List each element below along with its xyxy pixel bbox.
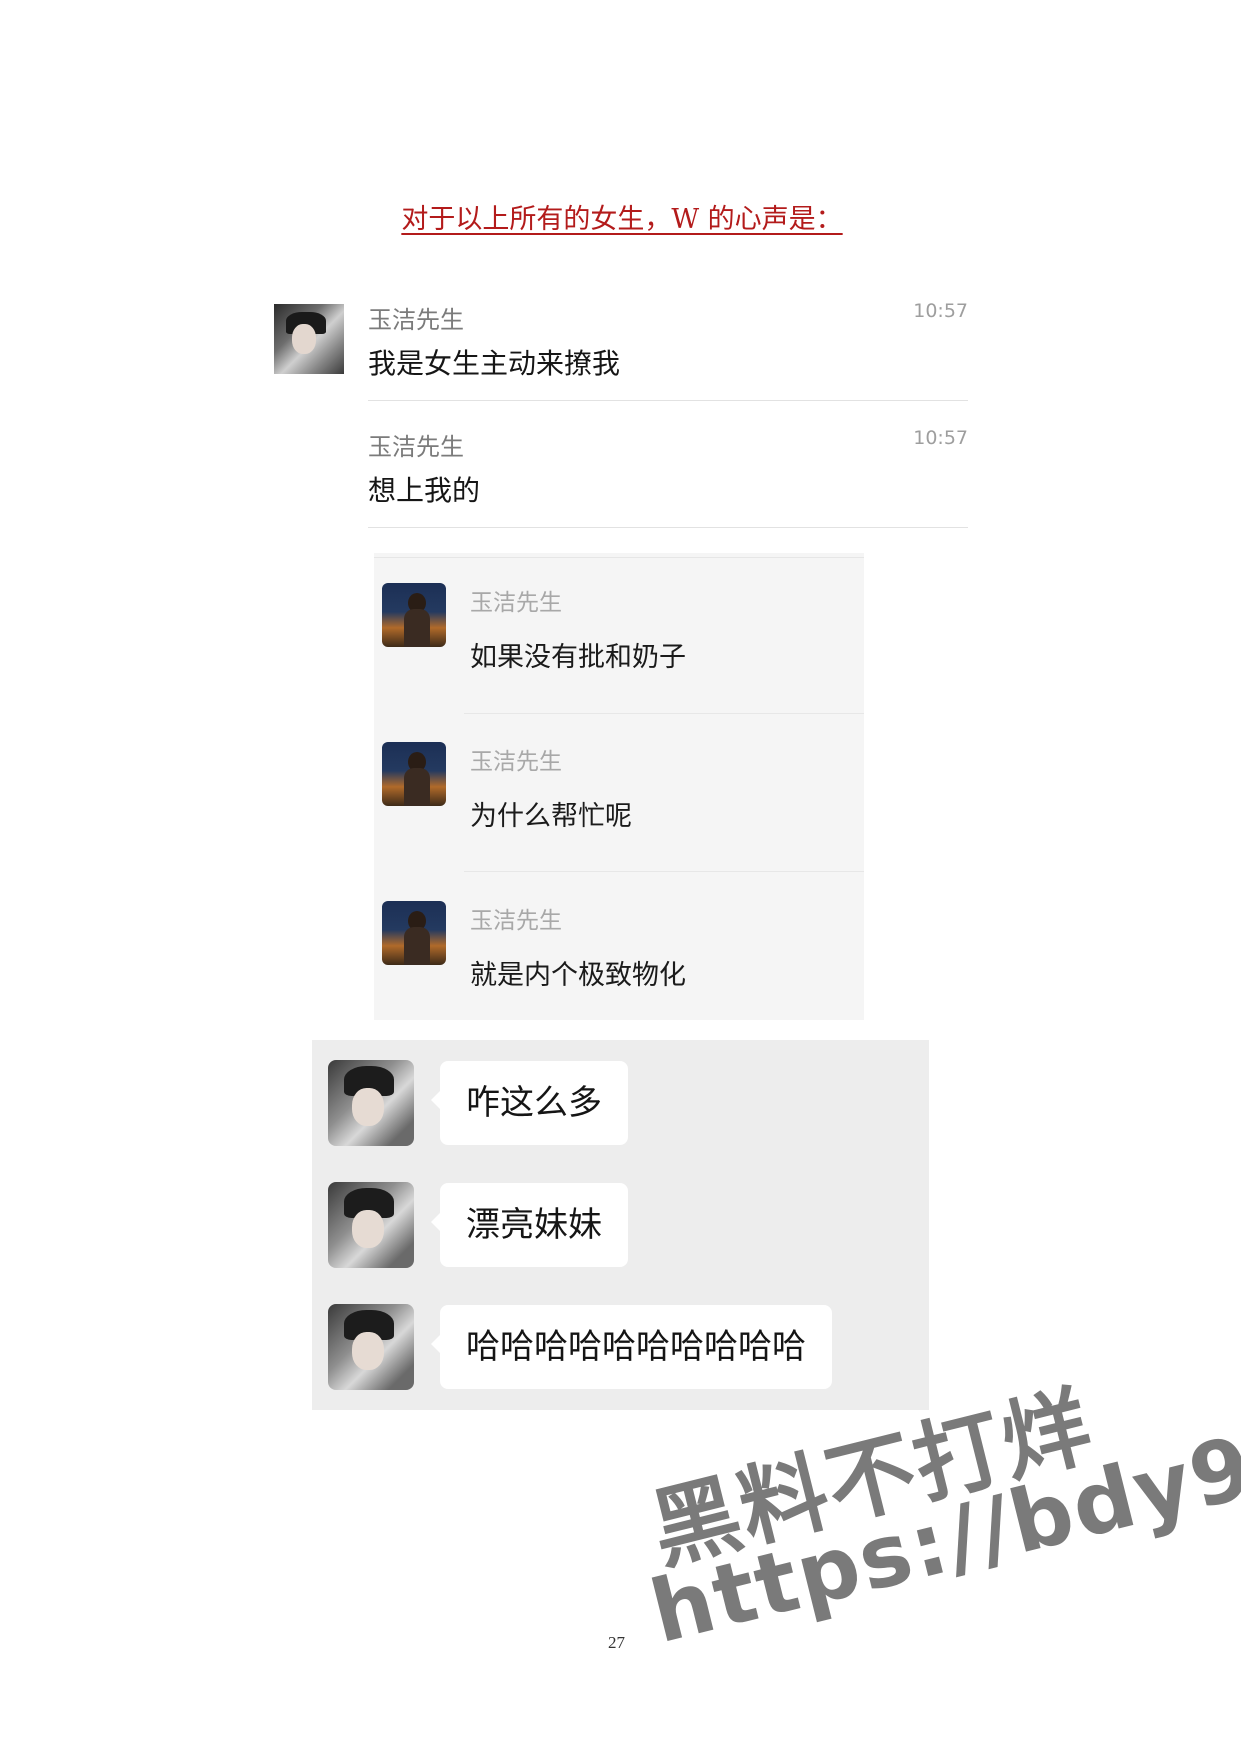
sender-avatar[interactable] [382,901,446,965]
chat-message: 漂亮妹妹 [312,1170,929,1268]
list-item[interactable]: 玉洁先生 为什么帮忙呢 [374,712,864,872]
chat-panel: 咋这么多 漂亮妹妹 哈哈哈哈哈哈哈哈哈哈 [312,1040,929,1410]
sender-avatar[interactable] [328,1060,414,1146]
avatar-body [404,768,430,806]
row-divider [368,400,968,401]
avatar-face [352,1210,384,1248]
avatar-face [352,1332,384,1370]
avatar-face [352,1088,384,1126]
list-item[interactable]: 玉洁先生 如果没有批和奶子 [374,553,864,713]
sender-name: 玉洁先生 [470,749,562,775]
list-item[interactable]: 玉洁先生 就是内个极致物化 [374,871,864,1031]
sender-name: 玉洁先生 [368,306,464,334]
chat-bubble[interactable]: 哈哈哈哈哈哈哈哈哈哈 [431,1305,832,1389]
row-divider [368,527,968,528]
sender-avatar[interactable] [382,583,446,647]
chat-bubble[interactable]: 漂亮妹妹 [431,1183,628,1267]
message-text: 想上我的 [368,474,481,507]
message-text: 如果没有批和奶子 [470,642,686,673]
message-text: 我是女生主动来撩我 [368,347,621,380]
page-number: 27 [608,1633,625,1652]
message-time: 10:57 [913,427,968,449]
chat-bubble[interactable]: 咋这么多 [431,1061,628,1145]
avatar-body [404,609,430,647]
chat-message: 哈哈哈哈哈哈哈哈哈哈 [312,1292,929,1390]
sender-avatar[interactable] [328,1182,414,1268]
sender-name: 玉洁先生 [368,433,464,461]
sender-avatar[interactable] [382,742,446,806]
avatar-body [404,927,430,965]
message-text: 为什么帮忙呢 [470,801,632,832]
avatar-face [292,324,316,354]
sender-avatar[interactable] [328,1304,414,1390]
watermark-url: https://bdy9.co [641,1381,1241,1664]
page-heading: 对于以上所有的女生，W 的心声是： [401,204,843,235]
chat-message: 咋这么多 [312,1048,929,1146]
message-text: 就是内个极致物化 [470,960,686,991]
sender-name: 玉洁先生 [470,908,562,934]
sender-name: 玉洁先生 [470,590,562,616]
sender-avatar[interactable] [274,304,344,374]
message-list-panel: 玉洁先生 如果没有批和奶子 玉洁先生 为什么帮忙呢 玉洁先生 就是内个极致物化 [374,553,864,1020]
message-time: 10:57 [913,300,968,322]
